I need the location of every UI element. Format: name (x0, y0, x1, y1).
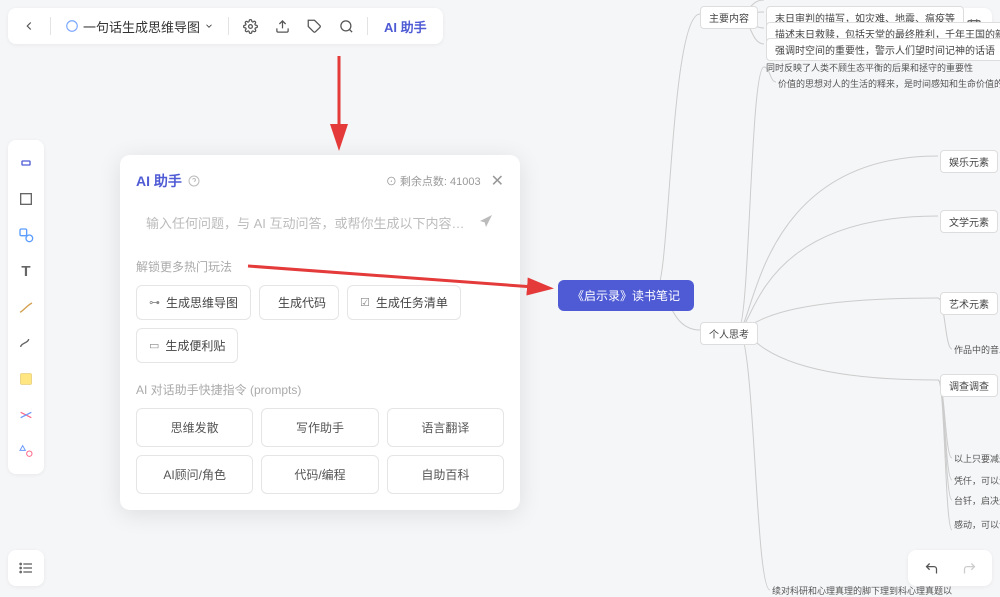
frame-tool[interactable] (8, 182, 44, 216)
settings-button[interactable] (235, 11, 265, 41)
mindmap-leaf[interactable]: 强调时空间的重要性，警示人们望时间记神的话语 (766, 38, 1000, 61)
redo-button[interactable] (954, 553, 984, 583)
tag-icon (307, 19, 322, 34)
mindmap-leaf[interactable]: 同时反映了人类不顾生态平衡的后果和拯守的重要性 (766, 61, 973, 74)
ai-prompt-input[interactable] (146, 216, 470, 231)
send-button[interactable] (478, 213, 494, 234)
ai-prompt-button[interactable]: 代码/编程 (261, 455, 378, 494)
mindmap-leaf[interactable]: 凭仟，可以满足观赏会引发感共情， (954, 474, 1000, 487)
mindmap-leaf[interactable]: 文学元素 (940, 210, 998, 233)
ai-prompt-button[interactable]: 自助百科 (387, 455, 504, 494)
ai-prompt-button[interactable]: AI顾问/角色 (136, 455, 253, 494)
connector-tool[interactable] (8, 326, 44, 360)
shape-tool[interactable] (8, 218, 44, 252)
undo-icon (924, 561, 939, 576)
ai-panel-title: AI 助手 (136, 171, 200, 191)
node-tool[interactable] (8, 146, 44, 180)
mindmap-leaf[interactable]: 艺术元素 (940, 292, 998, 315)
undo-button[interactable] (916, 553, 946, 583)
points-remaining: ⊙ 剩余点数: 41003 (386, 173, 481, 189)
left-toolbar: T (8, 140, 44, 474)
pen-tool[interactable] (8, 290, 44, 324)
export-icon (275, 19, 290, 34)
mindmap-leaf[interactable]: 娱乐元素 (940, 150, 998, 173)
tag-button[interactable] (299, 11, 329, 41)
ai-prompt-button[interactable]: 思维发散 (136, 408, 253, 447)
export-button[interactable] (267, 11, 297, 41)
outline-toggle[interactable] (8, 550, 44, 586)
mindmap-leaf[interactable]: 感动，可以调动身记者的人产生消解决痛想，情介深而，从而前一步感恨音乐、文学和当想… (954, 518, 1000, 531)
mindmap-leaf[interactable]: 台钎，启决生操作它根感恨， (954, 494, 1000, 507)
search-button[interactable] (331, 11, 361, 41)
search-icon (339, 19, 354, 34)
hot-section-label: 解锁更多热门玩法 (136, 258, 504, 275)
more-shapes-tool[interactable] (8, 434, 44, 468)
mindmap-leaf[interactable]: 以上只要减过艺术家中的音乐、文学构思 (954, 452, 1000, 465)
redo-icon (962, 561, 977, 576)
gear-icon (243, 19, 258, 34)
ai-chip-code[interactable]: 生成代码 (259, 285, 339, 320)
prompts-section-label: AI 对话助手快捷指令 (prompts) (136, 381, 504, 398)
top-toolbar: 一句话生成思维导图 AI 助手 (8, 8, 443, 44)
text-tool[interactable]: T (8, 254, 44, 288)
document-title-dropdown[interactable]: 一句话生成思维导图 (57, 17, 222, 36)
close-button[interactable]: ✕ (491, 171, 504, 191)
chevron-down-icon (204, 21, 214, 31)
mindmap-branch-node[interactable]: 个人思考 (700, 322, 758, 345)
history-controls (908, 550, 992, 586)
ai-assistant-panel: AI 助手 ⊙ 剩余点数: 41003 ✕ 解锁更多热门玩法 ⊶生成思维导图生成… (120, 155, 520, 510)
mindmap-root-node[interactable]: 《启示录》读书笔记 (558, 280, 694, 311)
mindmap-leaf[interactable]: 调查调查 (940, 374, 998, 397)
mindmap-branch-node[interactable]: 主要内容 (700, 6, 758, 29)
back-button[interactable] (14, 11, 44, 41)
ai-chip-note[interactable]: ▭生成便利贴 (136, 328, 238, 363)
list-icon (18, 560, 34, 576)
ai-chip-mindmap[interactable]: ⊶生成思维导图 (136, 285, 251, 320)
sticky-note-tool[interactable] (8, 362, 44, 396)
mixer-tool[interactable] (8, 398, 44, 432)
ai-prompt-button[interactable]: 写作助手 (261, 408, 378, 447)
ai-chip-checklist[interactable]: ☑生成任务清单 (347, 285, 461, 320)
ai-assistant-button[interactable]: AI 助手 (374, 17, 437, 36)
send-icon (478, 213, 494, 229)
ai-prompt-button[interactable]: 语言翻译 (387, 408, 504, 447)
mindmap-leaf[interactable]: 续对科研和心理真理的脚下理到科心理真题以 (772, 584, 952, 597)
mindmap-leaf[interactable]: 价值的思想对人的生活的释来，是时间感知和生命价值的独特性基是存读者提示 (778, 77, 1000, 90)
mindmap-leaf[interactable]: 作品中的音乐、文学和艺术元素，给人带申假想的视感感知 (954, 343, 1000, 356)
document-title: 一句话生成思维导图 (83, 17, 200, 36)
help-icon[interactable] (188, 175, 200, 187)
